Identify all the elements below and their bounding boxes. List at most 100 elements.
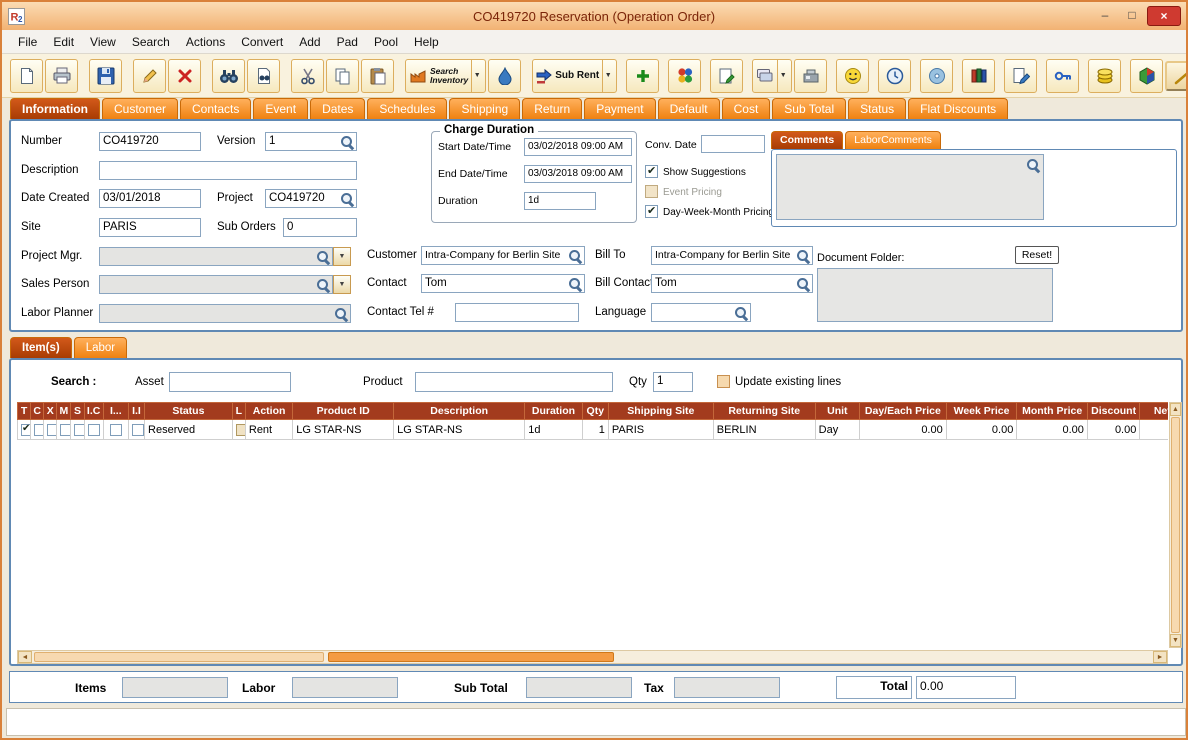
tab-status[interactable]: Status — [848, 98, 907, 119]
tab-contacts[interactable]: Contacts — [180, 98, 252, 119]
magic-wand-button[interactable] — [1165, 60, 1186, 91]
search-icon[interactable] — [796, 249, 810, 263]
tab-payment[interactable]: Payment — [584, 98, 656, 119]
cell-day-each-price[interactable]: 0.00 — [859, 419, 947, 440]
cell-c[interactable] — [30, 419, 45, 440]
cell-product-id[interactable]: LG STAR-NS — [292, 419, 395, 440]
cell-t[interactable] — [17, 419, 32, 440]
disc-button[interactable] — [920, 58, 954, 93]
cell-ic[interactable] — [83, 419, 104, 440]
cell-ii[interactable] — [127, 419, 146, 440]
sub-orders-field[interactable]: 0 — [283, 218, 357, 237]
menu-help[interactable]: Help — [406, 32, 447, 52]
sub-rent-button[interactable]: Sub Rent ▼ — [532, 58, 618, 93]
search-icon[interactable] — [334, 307, 348, 321]
print-button[interactable] — [45, 58, 78, 93]
copy-button[interactable] — [326, 58, 359, 93]
scroll-up-icon[interactable]: ▲ — [1170, 403, 1181, 416]
menu-convert[interactable]: Convert — [233, 32, 291, 52]
search-icon[interactable] — [340, 192, 354, 206]
sales-person-field[interactable] — [99, 275, 333, 294]
cell-shipping-site[interactable]: PARIS — [607, 419, 714, 440]
sales-person-dropdown-button[interactable]: ▼ — [333, 275, 351, 294]
scroll-left-icon[interactable]: ◄ — [18, 651, 32, 663]
add-button[interactable] — [626, 58, 660, 93]
bill-contact-field[interactable]: Tom — [651, 274, 813, 293]
page-edit-button[interactable] — [1004, 58, 1038, 93]
tab-comments[interactable]: Comments — [771, 131, 844, 149]
c-checkbox[interactable] — [34, 423, 43, 436]
menu-search[interactable]: Search — [124, 32, 178, 52]
version-field[interactable]: 1 — [265, 132, 357, 151]
m-checkbox[interactable] — [60, 423, 70, 436]
document-folder-box[interactable] — [817, 268, 1053, 322]
reset-button[interactable]: Reset! — [1015, 246, 1059, 264]
droplet-button[interactable] — [488, 58, 522, 93]
tab-cost[interactable]: Cost — [721, 98, 771, 119]
cards-button[interactable]: ▼ — [752, 58, 793, 93]
cell-week-price[interactable]: 0.00 — [945, 419, 1018, 440]
group-button[interactable] — [668, 58, 702, 93]
menu-pad[interactable]: Pad — [329, 32, 366, 52]
dropdown-arrow-icon[interactable]: ▼ — [777, 59, 788, 92]
tab-default[interactable]: Default — [657, 98, 720, 119]
menu-file[interactable]: File — [10, 32, 45, 52]
project-mgr-field[interactable] — [99, 247, 333, 266]
customer-field[interactable]: Intra-Company for Berlin Site — [421, 246, 585, 265]
cell-idots[interactable] — [102, 419, 129, 440]
dropdown-arrow-icon[interactable]: ▼ — [471, 59, 482, 92]
tab-sub-total[interactable]: Sub Total — [772, 98, 847, 119]
cell-net-each[interactable]: 0.00 — [1139, 419, 1168, 440]
cell-discount[interactable]: 0.00 — [1086, 419, 1141, 440]
cell-x[interactable] — [43, 419, 58, 440]
product-search-input[interactable] — [415, 372, 613, 392]
comments-search-icon[interactable] — [1026, 158, 1040, 172]
horizontal-scrollbar[interactable]: ◄ ► — [17, 650, 1168, 664]
delete-button[interactable] — [168, 58, 201, 93]
t-checkbox[interactable] — [21, 423, 30, 436]
menu-add[interactable]: Add — [291, 32, 328, 52]
new-button[interactable] — [10, 58, 43, 93]
qty-input[interactable]: 1 — [653, 372, 693, 392]
tab-labor[interactable]: Labor — [73, 337, 128, 358]
clock-button[interactable] — [878, 58, 912, 93]
s-checkbox[interactable] — [74, 423, 84, 436]
idots-checkbox[interactable] — [109, 423, 122, 436]
edit-button[interactable] — [133, 58, 166, 93]
tab-schedules[interactable]: Schedules — [367, 98, 448, 119]
scroll-down-icon[interactable]: ▼ — [1170, 634, 1181, 647]
cell-duration[interactable]: 1d — [524, 419, 583, 440]
paste-button[interactable] — [361, 58, 394, 93]
language-field[interactable] — [651, 303, 751, 322]
tab-labor-comments[interactable]: LaborComments — [845, 131, 941, 149]
menu-pool[interactable]: Pool — [366, 32, 406, 52]
cell-description[interactable]: LG STAR-NS — [393, 419, 526, 440]
notes-button[interactable] — [710, 58, 744, 93]
books-button[interactable] — [962, 58, 996, 93]
project-mgr-dropdown-button[interactable]: ▼ — [333, 247, 351, 266]
tab-event[interactable]: Event — [253, 98, 309, 119]
bill-to-field[interactable]: Intra-Company for Berlin Site — [651, 246, 813, 265]
find-in-document-button[interactable] — [247, 58, 280, 93]
conv-date-field[interactable] — [701, 135, 765, 153]
close-button[interactable]: × — [1147, 6, 1181, 26]
search-icon[interactable] — [340, 135, 354, 149]
cell-returning-site[interactable]: BERLIN — [712, 419, 816, 440]
hscroll-thumb[interactable] — [328, 652, 614, 662]
comments-textarea[interactable] — [776, 154, 1044, 220]
labor-planner-field[interactable] — [99, 304, 351, 323]
dropdown-arrow-icon[interactable]: ▼ — [602, 59, 613, 92]
site-field[interactable]: PARIS — [99, 218, 201, 237]
ic-checkbox[interactable] — [87, 423, 100, 436]
ii-checkbox[interactable] — [131, 423, 144, 436]
search-icon[interactable] — [734, 306, 748, 320]
l-checkbox[interactable] — [235, 423, 245, 436]
scroll-right-icon[interactable]: ► — [1153, 651, 1167, 663]
maximize-button[interactable]: □ — [1120, 7, 1144, 25]
dwm-pricing-checkbox[interactable] — [645, 204, 658, 218]
start-datetime-field[interactable]: 03/02/2018 09:00 AM — [524, 138, 632, 156]
find-button[interactable] — [212, 58, 245, 93]
hscroll-thumb-left[interactable] — [34, 652, 324, 662]
vscroll-thumb[interactable] — [1171, 417, 1180, 633]
cube-button[interactable] — [1130, 58, 1164, 93]
